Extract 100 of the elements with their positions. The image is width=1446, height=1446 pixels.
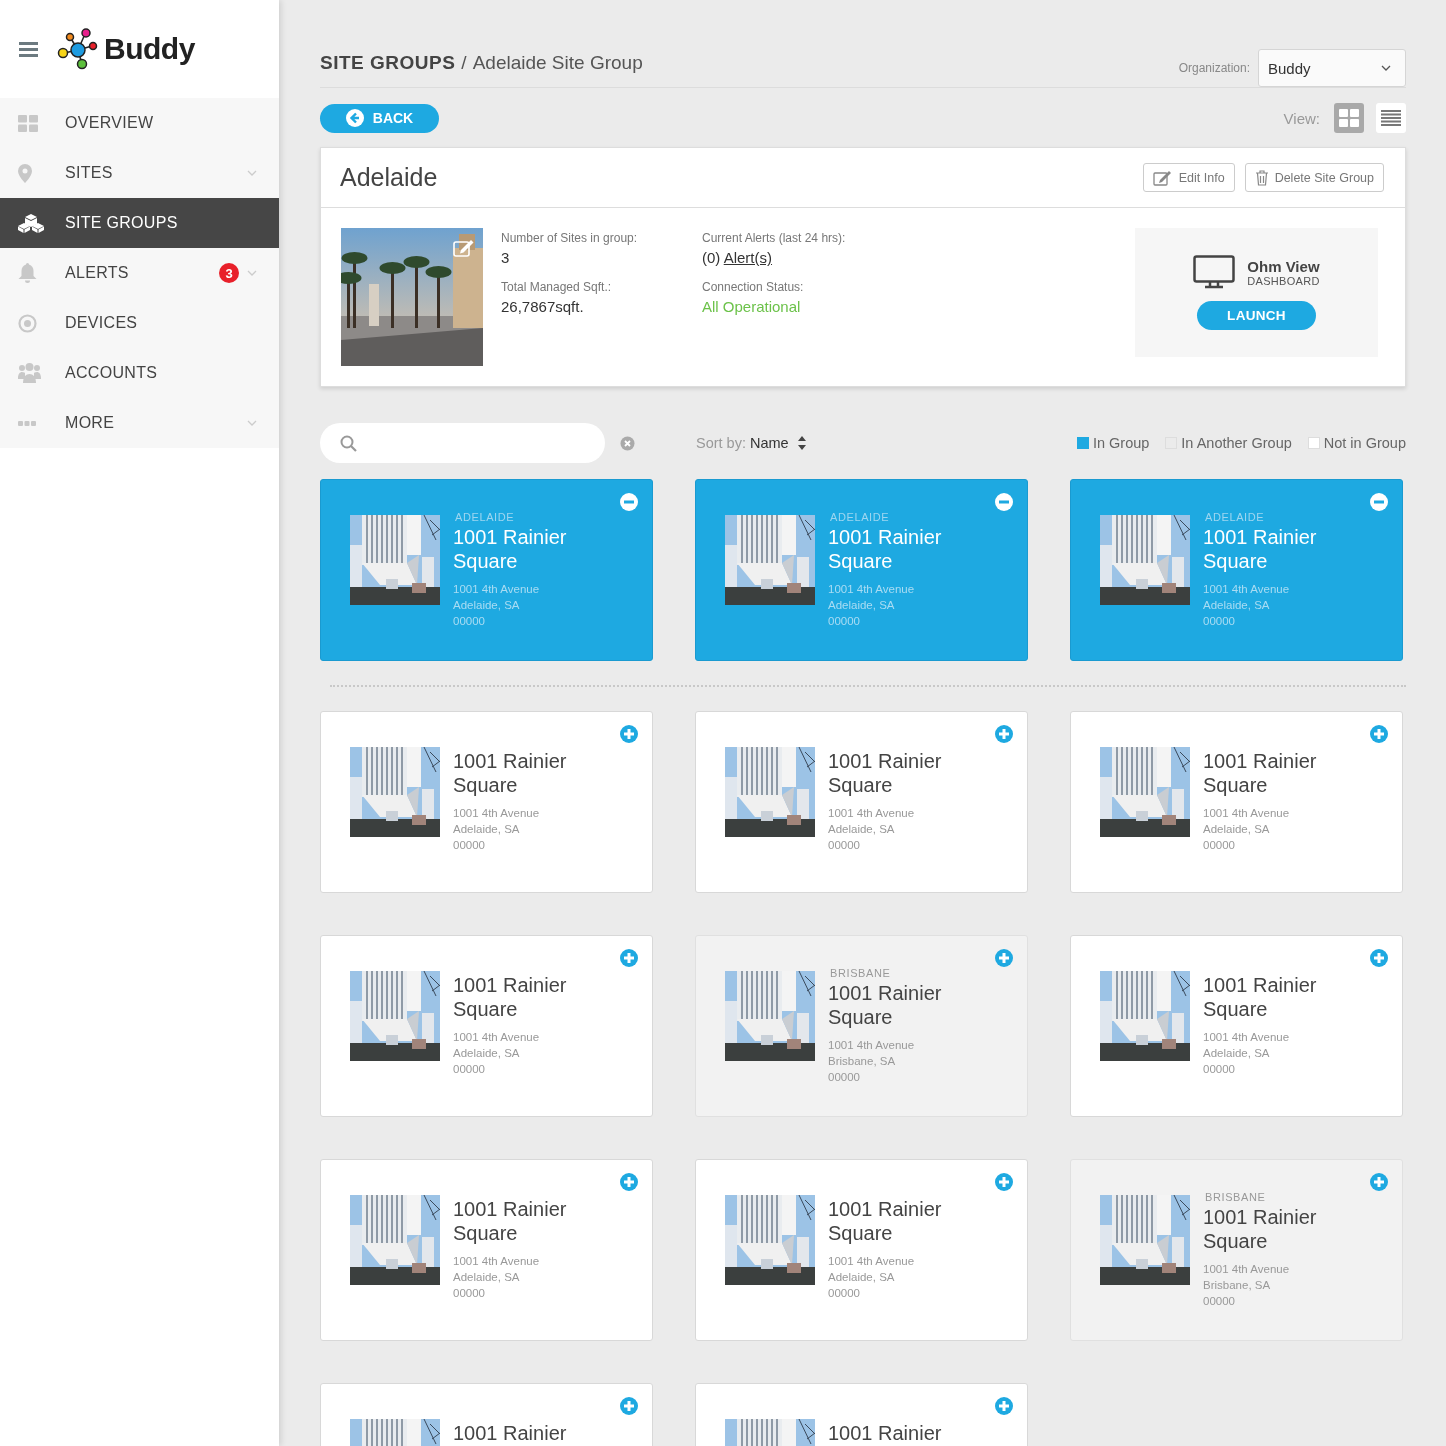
grid-view-button[interactable] — [1334, 103, 1364, 133]
stat-value: (0) Alert(s) — [702, 249, 774, 266]
site-address-line: Adelaide, SA — [453, 1046, 521, 1061]
nav-item[interactable]: DEVICES — [0, 298, 279, 348]
site-card[interactable]: BRISBANE 1001 Rainier Square 1001 4th Avenue Brisbane, SA 00000 — [1070, 1159, 1403, 1341]
add-button[interactable] — [995, 1173, 1013, 1191]
remove-button[interactable] — [1370, 493, 1388, 511]
site-card[interactable]: 1001 Rainier Square 1001 4th Avenue Adelaide, SA 00000 — [320, 935, 653, 1117]
edit-button[interactable]: Edit Info — [1142, 163, 1235, 192]
site-address-line: 1001 4th Avenue — [828, 582, 916, 597]
breadcrumb-section[interactable]: SITE GROUPS — [320, 52, 456, 74]
more-icon — [18, 420, 36, 426]
site-address-line: 1001 4th Avenue — [828, 1038, 916, 1053]
remove-button[interactable] — [995, 493, 1013, 511]
nav-item[interactable]: ALERTS 3 — [0, 248, 279, 298]
search-field[interactable] — [320, 423, 605, 463]
plus-icon — [620, 1173, 638, 1191]
nav-label: ACCOUNTS — [65, 364, 159, 382]
clear-icon — [620, 435, 635, 451]
plus-icon — [995, 1397, 1013, 1415]
plus-icon — [620, 949, 638, 967]
site-card[interactable]: 1001 Rainier — [695, 1383, 1028, 1446]
site-city: BRISBANE — [1205, 1191, 1267, 1203]
add-button[interactable] — [995, 725, 1013, 743]
add-button[interactable] — [995, 1397, 1013, 1415]
nav-item[interactable]: ACCOUNTS — [0, 348, 279, 398]
site-name: 1001 Rainier Square — [1203, 1205, 1318, 1253]
add-button[interactable] — [995, 949, 1013, 967]
site-address-line: 1001 4th Avenue — [453, 806, 541, 821]
edit-icon[interactable] — [453, 238, 475, 258]
nav-item[interactable]: OVERVIEW — [0, 98, 279, 148]
site-address-line: 00000 — [828, 1070, 861, 1085]
organization-label: Organization: — [1178, 61, 1250, 75]
sort-control[interactable]: Sort by: Name — [696, 435, 807, 451]
site-card[interactable]: 1001 Rainier Square 1001 4th Avenue Adelaide, SA 00000 — [320, 711, 653, 893]
site-card[interactable]: BRISBANE 1001 Rainier Square 1001 4th Avenue Brisbane, SA 00000 — [695, 935, 1028, 1117]
site-name: 1001 Rainier — [828, 1421, 943, 1445]
site-name: 1001 Rainier — [453, 1421, 568, 1445]
add-button[interactable] — [620, 1173, 638, 1191]
site-address-line: Adelaide, SA — [453, 822, 521, 837]
add-button[interactable] — [620, 725, 638, 743]
nav-label: MORE — [65, 414, 116, 432]
site-address-line: Brisbane, SA — [828, 1054, 897, 1069]
site-card[interactable]: 1001 Rainier Square 1001 4th Avenue Adelaide, SA 00000 — [1070, 935, 1403, 1117]
site-address-line: Adelaide, SA — [1203, 822, 1271, 837]
boxes-icon — [18, 213, 44, 233]
nav-label: OVERVIEW — [65, 114, 155, 132]
list-icon — [1381, 110, 1401, 126]
view-label: View: — [1283, 109, 1320, 127]
breadcrumb-page: Adelaide Site Group — [472, 52, 643, 74]
add-button[interactable] — [1370, 725, 1388, 743]
remove-button[interactable] — [620, 493, 638, 511]
site-card[interactable]: 1001 Rainier Square 1001 4th Avenue Adelaide, SA 00000 — [695, 711, 1028, 893]
plus-icon — [995, 949, 1013, 967]
alerts-link[interactable]: Alert(s) — [723, 249, 773, 266]
site-name: 1001 Rainier Square — [828, 749, 943, 797]
site-card[interactable]: 1001 Rainier Square 1001 4th Avenue Adelaide, SA 00000 — [1070, 711, 1403, 893]
list-view-button[interactable] — [1376, 103, 1406, 133]
stat-value: All Operational — [702, 298, 802, 315]
site-address-line: 1001 4th Avenue — [453, 1254, 541, 1269]
plus-icon — [620, 1397, 638, 1415]
menu-icon[interactable] — [19, 41, 38, 57]
edit-icon — [1152, 169, 1173, 186]
organization-select[interactable]: Buddy — [1258, 49, 1406, 87]
site-card[interactable]: 1001 Rainier Square 1001 4th Avenue Adelaide, SA 00000 — [320, 1159, 653, 1341]
nav-label: DEVICES — [65, 314, 139, 332]
grid-icon — [1339, 109, 1359, 127]
site-address-line: 00000 — [1203, 1062, 1236, 1077]
add-button[interactable] — [620, 1397, 638, 1415]
delete-button[interactable]: Delete Site Group — [1244, 163, 1384, 192]
plus-icon — [995, 725, 1013, 743]
sort-icon — [796, 436, 807, 450]
site-address-line: Adelaide, SA — [1203, 1046, 1271, 1061]
site-address-line: Adelaide, SA — [828, 822, 896, 837]
site-address-line: 1001 4th Avenue — [1203, 582, 1291, 597]
add-button[interactable] — [1370, 949, 1388, 967]
site-address-line: 00000 — [453, 838, 486, 853]
site-name: 1001 Rainier Square — [828, 981, 943, 1029]
nav-label: ALERTS — [65, 264, 130, 282]
nav-item[interactable]: SITES — [0, 148, 279, 198]
site-card[interactable]: 1001 Rainier Square 1001 4th Avenue Adelaide, SA 00000 — [695, 1159, 1028, 1341]
site-address-line: Adelaide, SA — [828, 1270, 896, 1285]
clear-button[interactable] — [620, 435, 635, 451]
plus-icon — [1370, 725, 1388, 743]
site-address-line: 1001 4th Avenue — [828, 1254, 916, 1269]
site-address-line: 1001 4th Avenue — [828, 806, 916, 821]
site-address-line: 00000 — [828, 1286, 861, 1301]
nav-item[interactable]: SITE GROUPS — [0, 198, 279, 248]
stat-value: 3 — [501, 249, 511, 266]
search-icon — [340, 434, 357, 452]
people-icon — [18, 363, 41, 383]
site-city: BRISBANE — [830, 967, 892, 979]
plus-icon — [620, 725, 638, 743]
site-card[interactable]: 1001 Rainier — [320, 1383, 653, 1446]
add-button[interactable] — [620, 949, 638, 967]
site-address-line: 00000 — [1203, 838, 1236, 853]
site-address-line: 00000 — [828, 838, 861, 853]
add-button[interactable] — [1370, 1173, 1388, 1191]
nav-item[interactable]: MORE — [0, 398, 279, 448]
plus-icon — [1370, 1173, 1388, 1191]
